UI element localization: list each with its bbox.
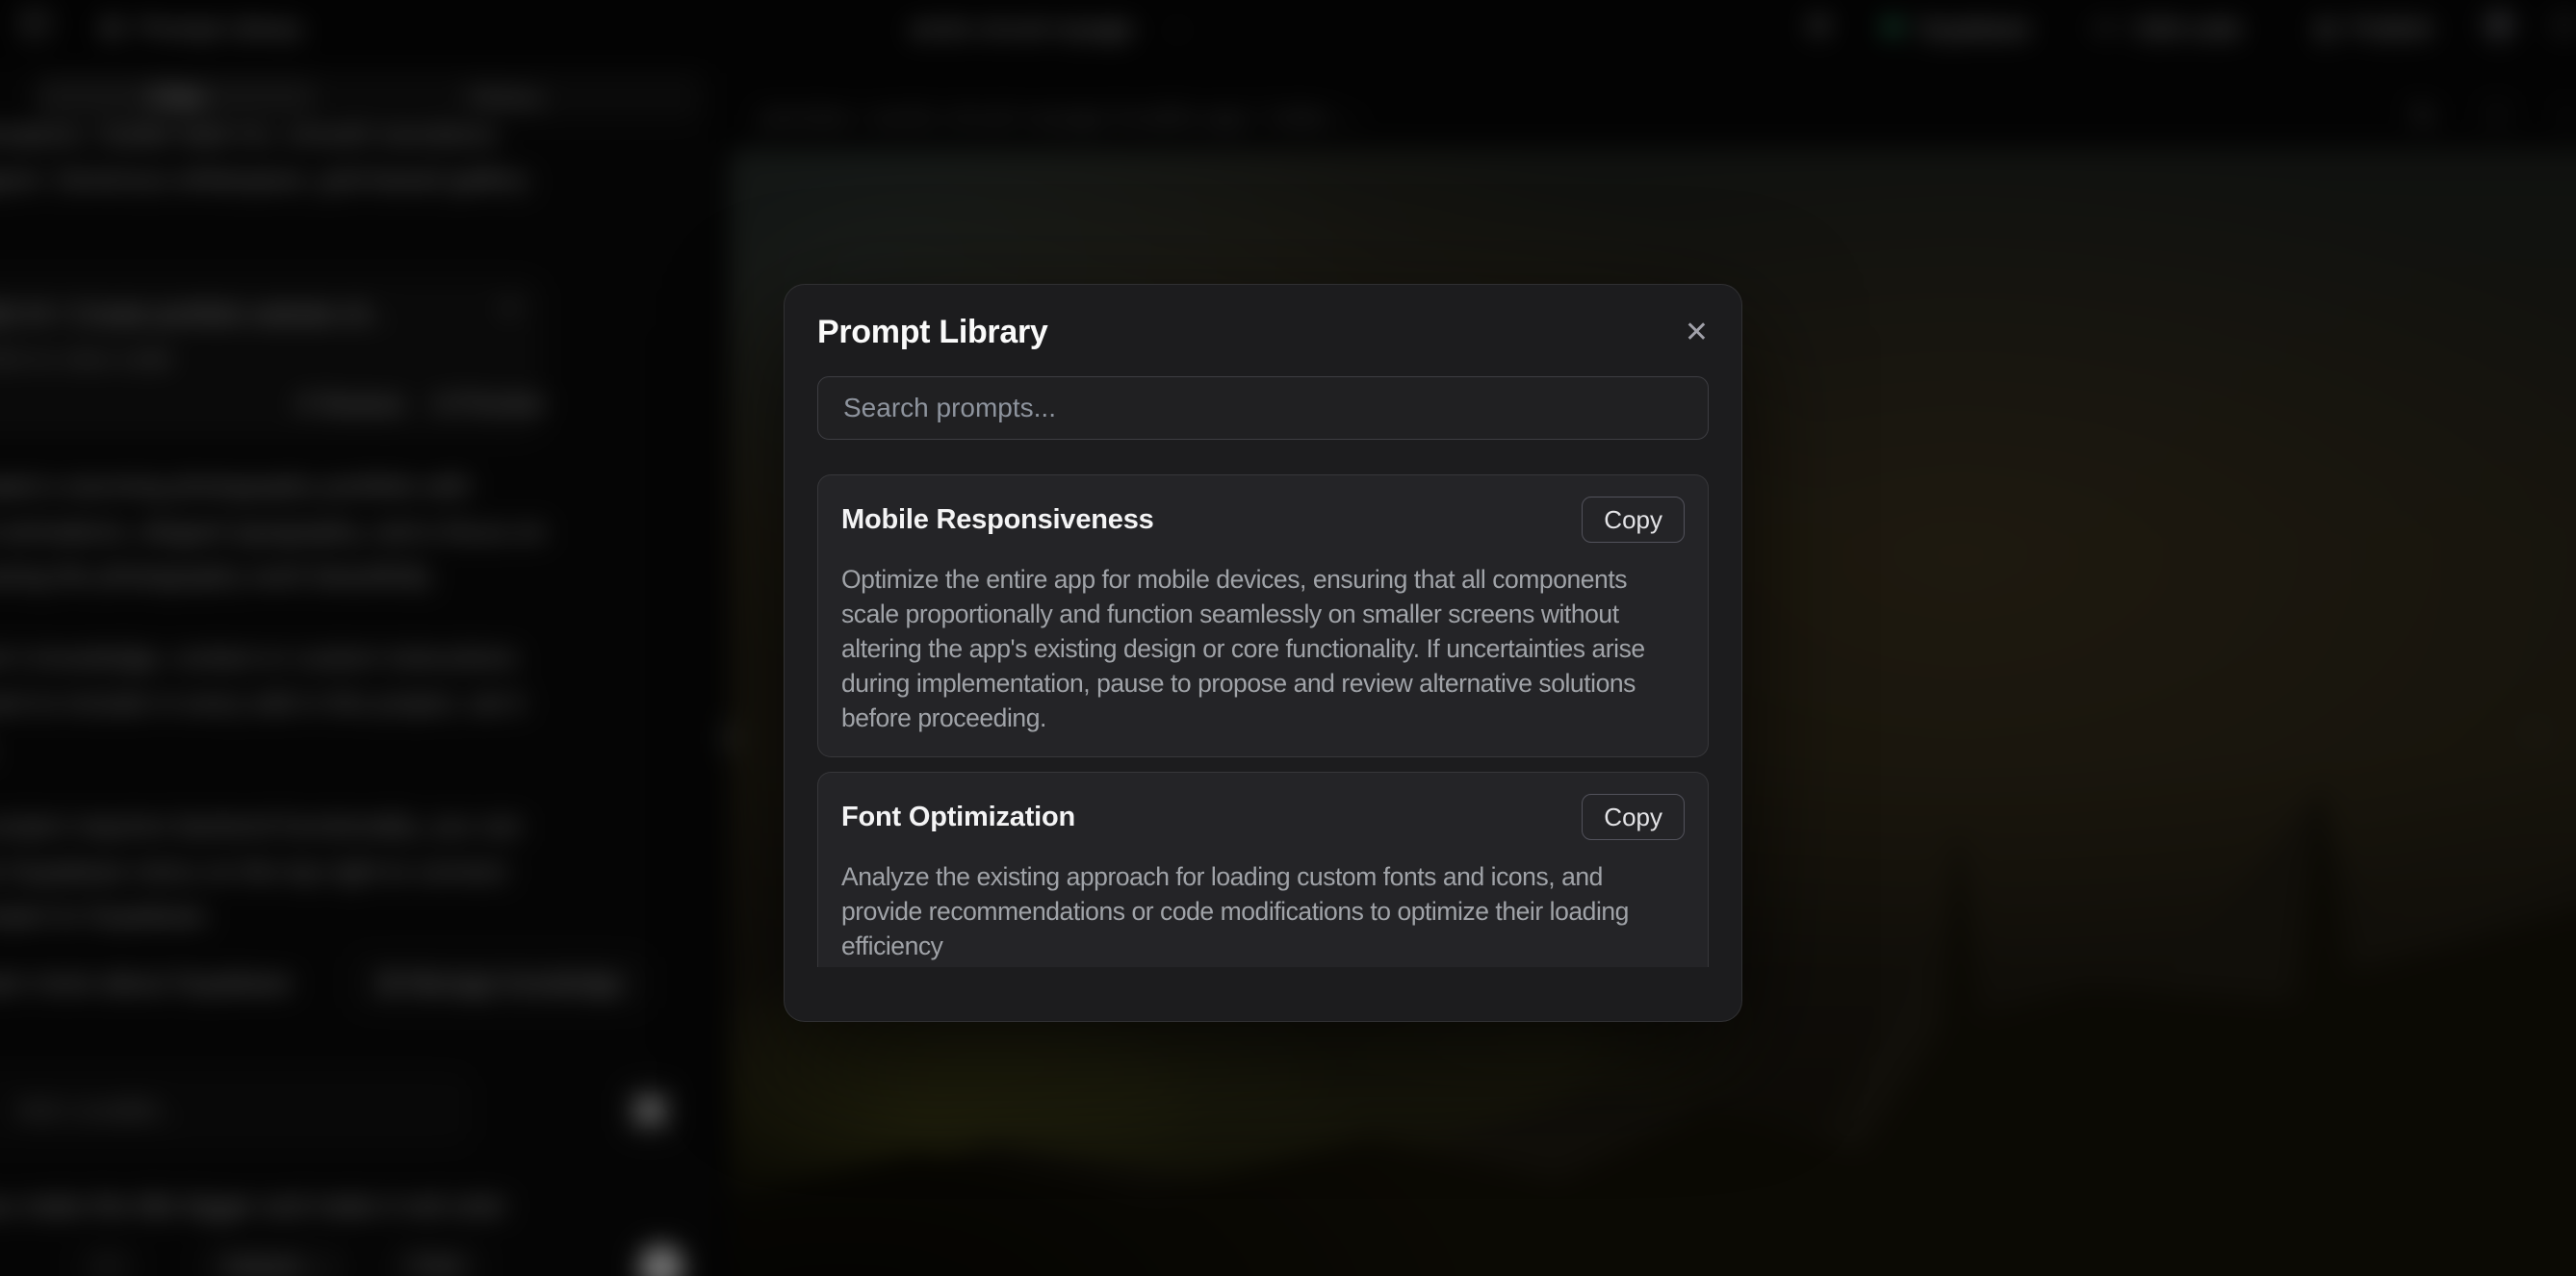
copy-button[interactable]: Copy — [1582, 497, 1685, 543]
prompt-library-modal: Prompt Library ✕ Mobile Responsiveness C… — [784, 284, 1742, 1022]
copy-button[interactable]: Copy — [1582, 794, 1685, 840]
prompt-description: Optimize the entire app for mobile devic… — [841, 562, 1685, 735]
prompt-list: Mobile Responsiveness Copy Optimize the … — [817, 474, 1709, 967]
prompt-title: Mobile Responsiveness — [841, 504, 1154, 536]
modal-header: Prompt Library ✕ — [817, 314, 1709, 351]
prompt-card-header: Font Optimization Copy — [841, 794, 1685, 840]
prompt-description: Analyze the existing approach for loadin… — [841, 859, 1685, 963]
prompt-card-font-optimization: Font Optimization Copy Analyze the exist… — [817, 772, 1709, 967]
modal-title: Prompt Library — [817, 314, 1048, 351]
prompt-card-mobile-responsiveness: Mobile Responsiveness Copy Optimize the … — [817, 474, 1709, 757]
search-prompts-input[interactable] — [817, 376, 1709, 440]
prompt-card-header: Mobile Responsiveness Copy — [841, 497, 1685, 543]
app-window: ▤ Prompt Library arctic-circuit-voyage ⌄… — [0, 0, 2576, 1276]
close-icon[interactable]: ✕ — [1685, 319, 1709, 347]
prompt-title: Font Optimization — [841, 802, 1075, 833]
